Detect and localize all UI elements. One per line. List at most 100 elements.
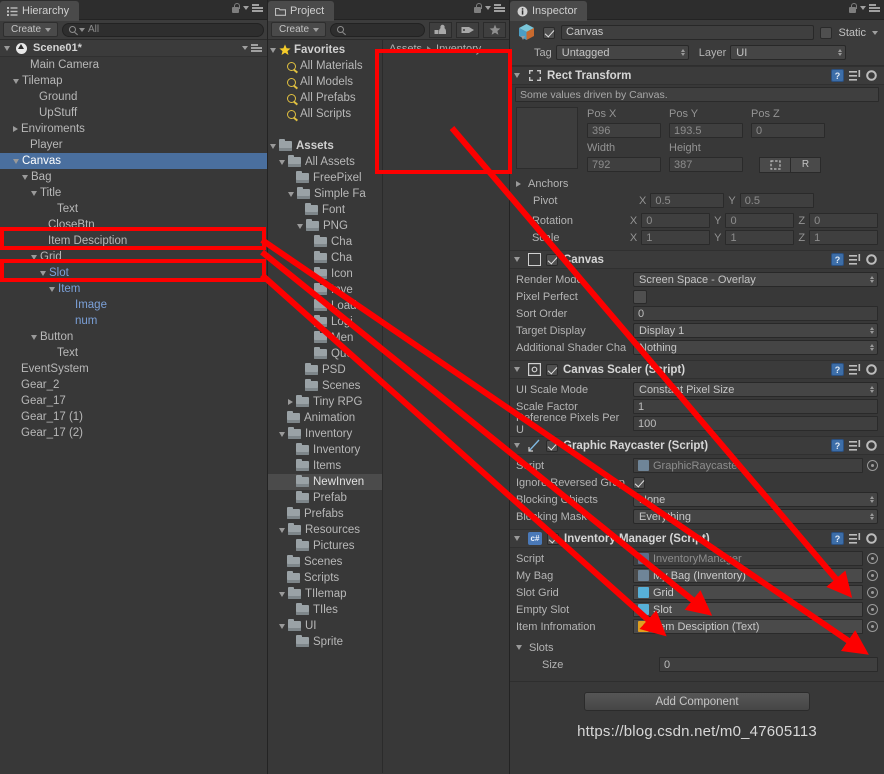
project-tree-item-all-materials[interactable]: All Materials <box>268 58 382 74</box>
project-tree-item-inventory[interactable]: Inventory <box>268 442 382 458</box>
property-dropdown-blocking-objects[interactable]: None <box>633 492 878 507</box>
pivot-y-field[interactable]: 0.5 <box>739 193 814 208</box>
hierarchy-item-item-desciption[interactable]: Item Desciption <box>0 233 267 249</box>
project-tree-item-sprite[interactable]: Sprite <box>268 634 382 650</box>
project-tree-item-load[interactable]: Load <box>268 298 382 314</box>
component-header-canvas[interactable]: Canvas ? <box>510 250 884 269</box>
project-tree-item-cha[interactable]: Cha <box>268 250 382 266</box>
chevron-down-icon[interactable] <box>514 73 520 78</box>
chevron-down-icon[interactable] <box>860 6 866 10</box>
preset-icon[interactable] <box>849 363 861 376</box>
project-tree-item-prefab[interactable]: Prefab <box>268 490 382 506</box>
chevron-down-icon[interactable] <box>485 6 491 10</box>
gear-icon[interactable] <box>866 439 878 452</box>
property-dropdown-additional-shader-cha[interactable]: Nothing <box>633 340 878 355</box>
property-dropdown-target-display[interactable]: Display 1 <box>633 323 878 338</box>
gameobject-active-checkbox[interactable] <box>543 26 555 39</box>
project-tree-item-pictures[interactable]: Pictures <box>268 538 382 554</box>
hierarchy-search-input[interactable]: All <box>62 22 264 37</box>
static-dropdown-icon[interactable] <box>872 30 878 35</box>
chevron-down-icon[interactable] <box>4 45 10 51</box>
hierarchy-item-tilemap[interactable]: Tilemap <box>0 73 267 89</box>
property-checkbox-pixel-perfect[interactable] <box>633 289 647 304</box>
panel-menu-icon[interactable] <box>494 4 505 12</box>
canvas-scaler-enabled-checkbox[interactable] <box>546 363 558 376</box>
help-icon[interactable]: ? <box>831 69 844 82</box>
chevron-right-icon[interactable] <box>288 399 293 405</box>
chevron-down-icon[interactable] <box>514 367 520 372</box>
project-tree-item-png[interactable]: PNG <box>268 218 382 234</box>
scene-menu-icon[interactable] <box>251 44 262 52</box>
project-tree-item-items[interactable]: Items <box>268 458 382 474</box>
hierarchy-item-bag[interactable]: Bag <box>0 169 267 185</box>
panel-menu-icon[interactable] <box>869 4 880 12</box>
collab-icon[interactable] <box>429 21 452 38</box>
rotation-y-field[interactable]: 0 <box>725 213 795 228</box>
gear-icon[interactable] <box>866 363 878 376</box>
gear-icon[interactable] <box>866 69 878 82</box>
project-tree-item-favorites[interactable]: Favorites <box>268 42 382 58</box>
chevron-down-icon[interactable] <box>514 443 520 448</box>
pivot-x-field[interactable]: 0.5 <box>650 193 725 208</box>
hierarchy-item-slot[interactable]: Slot <box>0 265 267 281</box>
project-tree-item-all-prefabs[interactable]: All Prefabs <box>268 90 382 106</box>
inventory-manager-enabled-checkbox[interactable] <box>547 532 559 545</box>
chevron-down-icon[interactable] <box>514 257 520 262</box>
breadcrumb-inventory[interactable]: Inventory <box>436 43 481 55</box>
hierarchy-item-main-camera[interactable]: Main Camera <box>0 57 267 73</box>
chevron-down-icon[interactable] <box>297 223 303 229</box>
tab-hierarchy[interactable]: Hierarchy <box>0 1 80 21</box>
hierarchy-item-num[interactable]: num <box>0 313 267 329</box>
blueprint-mode-button[interactable] <box>759 156 791 173</box>
property-dropdown-blocking-mask[interactable]: Everything <box>633 509 878 524</box>
project-search-input[interactable] <box>330 22 425 37</box>
property-objectfield-item-infromation[interactable]: Item Desciption (Text) <box>633 619 863 634</box>
project-tree-item-tiny-rpg[interactable]: Tiny RPG <box>268 394 382 410</box>
property-dropdown-render-mode[interactable]: Screen Space - Overlay <box>633 272 878 287</box>
property-field-reference-pixels-per-u[interactable]: 100 <box>633 416 878 431</box>
project-tree-item-inventory[interactable]: Inventory <box>268 426 382 442</box>
project-tree-item-all-models[interactable]: All Models <box>268 74 382 90</box>
hierarchy-item-title[interactable]: Title <box>0 185 267 201</box>
preset-icon[interactable] <box>849 532 861 545</box>
chevron-down-icon[interactable] <box>13 158 19 164</box>
project-tree-item-psd[interactable]: PSD <box>268 362 382 378</box>
chevron-down-icon[interactable] <box>31 190 37 196</box>
component-header-rect-transform[interactable]: Rect Transform ? <box>510 66 884 85</box>
object-picker-icon[interactable] <box>867 621 878 632</box>
property-objectfield-empty-slot[interactable]: Slot <box>633 602 863 617</box>
chevron-down-icon[interactable] <box>279 159 285 165</box>
graphic-raycaster-enabled-checkbox[interactable] <box>546 439 558 452</box>
project-tree-item-freepixel[interactable]: FreePixel <box>268 170 382 186</box>
project-tree-item-scenes[interactable]: Scenes <box>268 554 382 570</box>
help-icon[interactable]: ? <box>831 253 844 266</box>
hierarchy-item-canvas[interactable]: Canvas <box>0 153 267 169</box>
property-objectfield-slot-grid[interactable]: Grid <box>633 585 863 600</box>
property-objectfield-script[interactable]: GraphicRaycaster <box>633 458 863 473</box>
chevron-right-icon[interactable] <box>516 180 521 187</box>
lock-icon[interactable] <box>231 3 240 13</box>
panel-menu-icon[interactable] <box>252 4 263 12</box>
component-header-canvas-scaler[interactable]: Canvas Scaler (Script) ? <box>510 360 884 379</box>
pos-z-field[interactable]: 0 <box>751 123 825 138</box>
chevron-down-icon[interactable] <box>279 623 285 629</box>
hierarchy-item-ground[interactable]: Ground <box>0 89 267 105</box>
hierarchy-item-gear-17[interactable]: Gear_17 <box>0 393 267 409</box>
object-picker-icon[interactable] <box>867 587 878 598</box>
project-tree-item-all-assets[interactable]: All Assets <box>268 154 382 170</box>
rotation-z-field[interactable]: 0 <box>809 213 878 228</box>
project-tree-item-tiles[interactable]: TIles <box>268 602 382 618</box>
property-objectfield-script[interactable]: InventoryManager <box>633 551 863 566</box>
hierarchy-item-closebtn[interactable]: CloseBtn <box>0 217 267 233</box>
preset-icon[interactable] <box>849 69 861 82</box>
hierarchy-item-grid[interactable]: Grid <box>0 249 267 265</box>
scene-root-row[interactable]: Scene01* <box>0 40 267 57</box>
property-field-sort-order[interactable]: 0 <box>633 306 878 321</box>
component-header-inventory-manager[interactable]: c# Inventory Manager (Script) ? <box>510 529 884 548</box>
project-create-button[interactable]: Create <box>271 22 327 37</box>
object-picker-icon[interactable] <box>867 570 878 581</box>
chevron-down-icon[interactable] <box>279 527 285 533</box>
chevron-down-icon[interactable] <box>40 270 46 276</box>
project-tree-item-simple-fa[interactable]: Simple Fa <box>268 186 382 202</box>
hierarchy-item-eventsystem[interactable]: EventSystem <box>0 361 267 377</box>
